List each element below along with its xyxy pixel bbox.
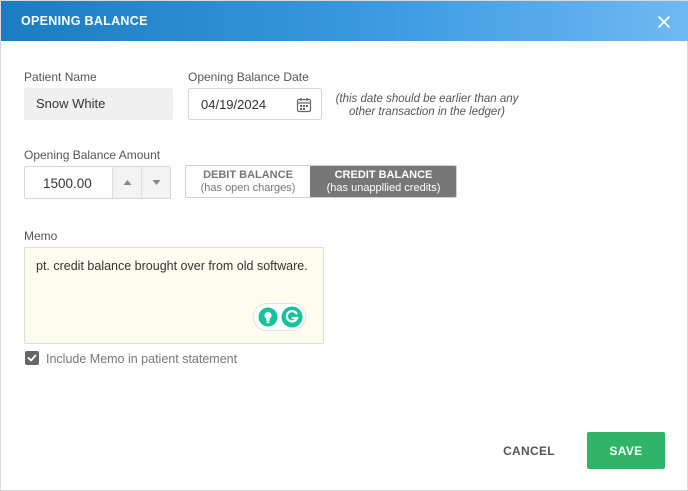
memo-textarea[interactable]: pt. credit balance brought over from old… (24, 247, 324, 344)
checkmark-icon (27, 354, 37, 362)
include-memo-checkbox[interactable] (25, 351, 39, 365)
cancel-button[interactable]: CANCEL (492, 433, 566, 469)
debit-balance-button[interactable]: DEBIT BALANCE (has open charges) (186, 166, 310, 197)
dialog-title: OPENING BALANCE (21, 14, 148, 28)
save-button[interactable]: SAVE (587, 432, 665, 469)
opening-date-input[interactable]: 04/19/2024 (188, 88, 322, 120)
grammarly-widget[interactable] (253, 303, 306, 331)
chevron-down-icon (152, 180, 161, 185)
patient-name-value: Snow White (36, 96, 106, 111)
close-icon (658, 16, 670, 28)
date-hint-line-2: other transaction in the ledger) (349, 106, 505, 118)
patient-name-field: Snow White (24, 88, 173, 120)
grammarly-icon[interactable] (281, 306, 303, 328)
credit-balance-button[interactable]: CREDIT BALANCE (has unappllied credits) (310, 166, 456, 197)
balance-type-toggle: DEBIT BALANCE (has open charges) CREDIT … (185, 165, 457, 198)
credit-balance-sublabel: (has unappllied credits) (326, 182, 441, 194)
amount-label: Opening Balance Amount (24, 148, 161, 162)
debit-balance-label: DEBIT BALANCE (203, 169, 293, 181)
date-hint: (this date should be earlier than any ot… (327, 93, 527, 119)
chevron-up-icon (123, 180, 132, 185)
amount-decrement-button[interactable] (141, 167, 170, 198)
calendar-icon[interactable] (296, 97, 312, 113)
opening-balance-dialog: OPENING BALANCE Patient Name Snow White … (0, 0, 688, 491)
opening-date-label: Opening Balance Date (188, 70, 309, 84)
amount-increment-button[interactable] (112, 167, 141, 198)
credit-balance-label: CREDIT BALANCE (334, 169, 433, 181)
amount-stepper[interactable]: 1500.00 (24, 166, 171, 199)
memo-value: pt. credit balance brought over from old… (36, 259, 308, 273)
memo-label: Memo (24, 229, 58, 243)
lightbulb-icon[interactable] (258, 307, 278, 327)
debit-balance-sublabel: (has open charges) (200, 182, 296, 194)
dialog-header: OPENING BALANCE (1, 1, 688, 41)
close-button[interactable] (653, 11, 675, 33)
include-memo-label[interactable]: Include Memo in patient statement (46, 352, 237, 366)
amount-value: 1500.00 (43, 176, 92, 191)
date-hint-line-1: (this date should be earlier than any (335, 93, 519, 105)
patient-name-label: Patient Name (24, 70, 97, 84)
opening-date-value: 04/19/2024 (201, 97, 267, 112)
